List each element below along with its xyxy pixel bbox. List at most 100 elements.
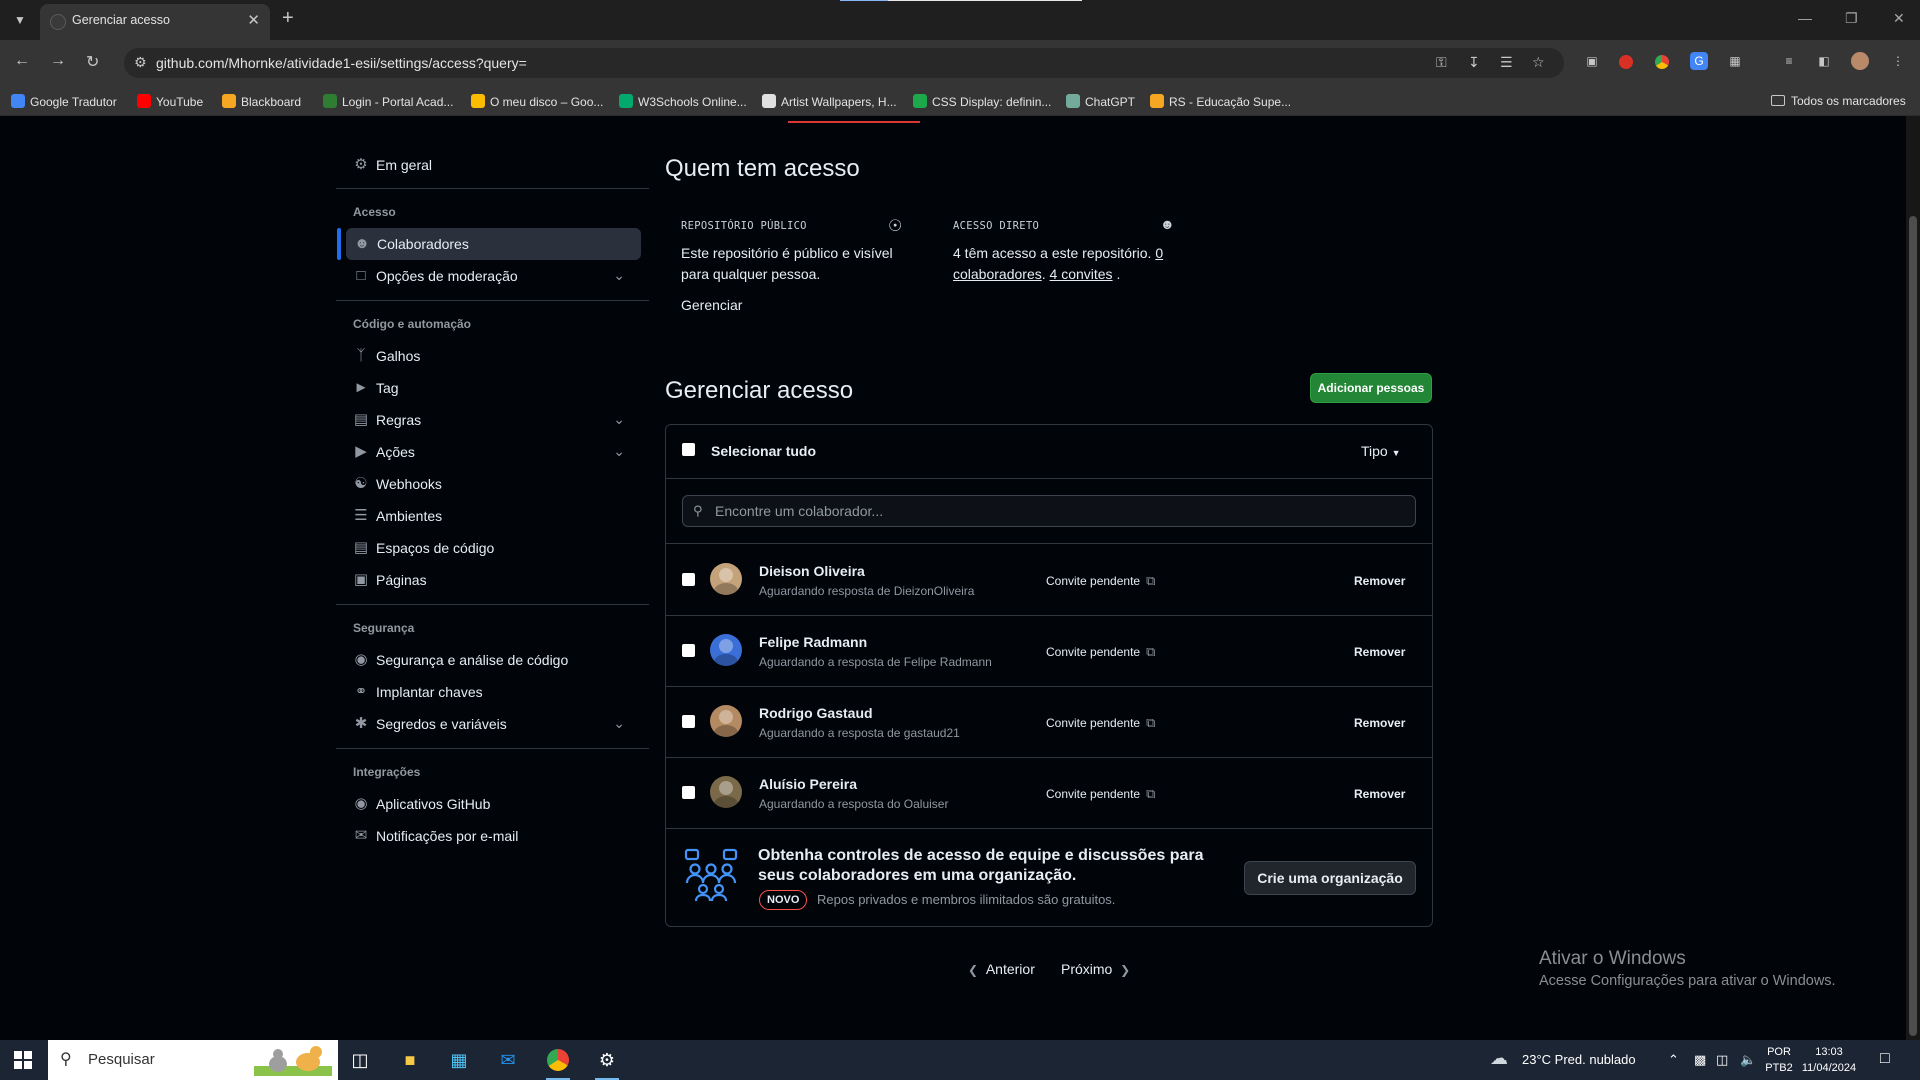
task-view-icon[interactable]: ◫ [348,1048,372,1072]
manage-visibility-link[interactable]: Gerenciar [681,295,742,316]
sidebar-item-general[interactable]: ⚙ Em geral [336,149,641,181]
invites-link[interactable]: 4 convites [1050,266,1113,282]
chevron-down-icon[interactable]: ⌄ [613,267,625,284]
sidebar-item[interactable]: ▶ Ações ⌄ [336,436,641,468]
volume-icon[interactable]: 🔈 [1740,1052,1756,1068]
sidebar-item[interactable]: ◉ Segurança e análise de código [336,644,641,676]
browser-menu-icon[interactable]: ⋮ [1889,52,1907,70]
url-text[interactable]: github.com/Mhornke/atividade1-esii/setti… [156,55,527,71]
row-checkbox[interactable] [682,786,695,799]
notifications-icon[interactable]: □ [1880,1050,1890,1068]
bookmark-star-icon[interactable]: ☆ [1532,54,1545,71]
tray-chevron-icon[interactable]: ⌃ [1668,1052,1679,1068]
adblock-extension-icon[interactable] [1619,55,1633,69]
translate-icon[interactable]: ☰ [1500,54,1513,71]
chevron-down-icon[interactable]: ⌄ [613,443,625,460]
bookmark-item[interactable]: Artist Wallpapers, H... [762,94,897,109]
pending-invite[interactable]: Convite pendente ⧉ [1046,715,1155,731]
sidebar-item[interactable]: ▣ Páginas [336,564,641,596]
close-tab-icon[interactable]: ✕ [247,11,260,29]
new-tab-button[interactable]: + [282,7,294,30]
forward-icon[interactable]: → [50,52,66,70]
create-organization-button[interactable]: Crie uma organização [1244,861,1416,895]
side-panel-icon[interactable]: ◧ [1815,52,1833,70]
remove-button[interactable]: Remover [1354,787,1405,801]
translate-extension-icon[interactable]: G [1690,52,1708,70]
settings-gear-icon[interactable]: ⚙ [595,1048,619,1080]
password-key-icon[interactable]: ⚿ [1436,54,1447,71]
add-people-button[interactable]: Adicionar pessoas [1310,373,1432,403]
row-checkbox[interactable] [682,715,695,728]
pending-invite[interactable]: Convite pendente ⧉ [1046,573,1155,589]
site-info-icon[interactable]: ⚙ [134,54,147,71]
collaborator-name[interactable]: Felipe Radmann [759,634,867,650]
bookmark-item[interactable]: Google Tradutor [11,94,117,109]
copy-icon[interactable]: ⧉ [1146,573,1155,589]
scrollbar-thumb[interactable] [1909,216,1917,1036]
all-bookmarks[interactable]: Todos os marcadores [1771,94,1906,108]
chevron-down-icon[interactable]: ⌄ [613,411,625,428]
sidebar-item[interactable]: ☻ Colaboradores [337,228,641,260]
profile-avatar[interactable] [1851,52,1869,70]
input-language[interactable]: POR PTB2 [1763,1044,1795,1076]
colorpicker-extension-icon[interactable] [1655,55,1669,69]
collaborator-name[interactable]: Dieison Oliveira [759,563,865,579]
sidebar-item[interactable]: ✱ Segredos e variáveis ⌄ [336,708,641,740]
close-window-icon[interactable]: ✕ [1893,10,1905,27]
sidebar-item[interactable]: □ Opções de moderação ⌄ [336,260,641,292]
file-explorer-icon[interactable]: ■ [398,1048,422,1072]
sidebar-item[interactable]: ☯ Webhooks [336,468,641,500]
image-extension-icon[interactable]: ▣ [1583,52,1601,70]
media-control-icon[interactable]: ≡ [1780,52,1798,70]
chrome-icon[interactable] [546,1048,570,1080]
mail-icon[interactable]: ✉ [496,1048,520,1072]
sidebar-item[interactable]: ► Tag [336,372,641,404]
bookmark-item[interactable]: CSS Display: definin... [913,94,1051,109]
taskbar-clock[interactable]: 13:03 11/04/2024 [1799,1044,1859,1076]
windows-start-icon[interactable] [14,1051,32,1069]
extensions-puzzle-icon[interactable]: ▦ [1726,52,1744,70]
tab-list-icon[interactable]: ▼ [8,8,32,32]
collaborator-name[interactable]: Aluísio Pereira [759,776,857,792]
meet-now-icon[interactable]: ▩ [1694,1052,1706,1068]
next-page-button[interactable]: Próximo ❯ [1061,961,1130,977]
sidebar-item[interactable]: ᛉ Galhos [336,340,641,372]
chevron-down-icon[interactable]: ⌄ [613,715,625,732]
row-checkbox[interactable] [682,573,695,586]
sidebar-item[interactable]: ☰ Ambientes [336,500,641,532]
network-icon[interactable]: ◫ [1716,1052,1728,1068]
previous-page-button[interactable]: ❮ Anterior [968,961,1035,977]
sidebar-item[interactable]: ✉ Notificações por e-mail [336,820,641,852]
pending-invite[interactable]: Convite pendente ⧉ [1046,786,1155,802]
copy-icon[interactable]: ⧉ [1146,644,1155,660]
taskbar-search-input[interactable]: ⚲ Pesquisar [48,1040,338,1080]
back-icon[interactable]: ← [14,52,30,70]
store-icon[interactable]: ▦ [447,1048,471,1072]
sidebar-item[interactable]: ▤ Espaços de código [336,532,641,564]
reload-icon[interactable]: ↻ [86,52,99,72]
remove-button[interactable]: Remover [1354,716,1405,730]
bookmark-item[interactable]: Login - Portal Acad... [323,94,453,109]
bookmark-item[interactable]: RS - Educação Supe... [1150,94,1291,109]
select-all-checkbox[interactable] [682,443,695,456]
row-checkbox[interactable] [682,644,695,657]
remove-button[interactable]: Remover [1354,645,1405,659]
minimize-icon[interactable]: — [1798,10,1812,26]
remove-button[interactable]: Remover [1354,574,1405,588]
collaborator-name[interactable]: Rodrigo Gastaud [759,705,873,721]
weather-text[interactable]: 23°C Pred. nublado [1522,1052,1636,1067]
bookmark-item[interactable]: W3Schools Online... [619,94,747,109]
sidebar-item[interactable]: ⚭ Implantar chaves [336,676,641,708]
sidebar-item[interactable]: ◉ Aplicativos GitHub [336,788,641,820]
copy-icon[interactable]: ⧉ [1146,715,1155,731]
bookmark-item[interactable]: O meu disco – Goo... [471,94,603,109]
bookmark-item[interactable]: Blackboard [222,94,301,109]
copy-icon[interactable]: ⧉ [1146,786,1155,802]
bookmark-item[interactable]: YouTube [137,94,203,109]
type-filter-dropdown[interactable]: Tipo ▼ [1361,443,1401,459]
bookmark-item[interactable]: ChatGPT [1066,94,1135,109]
pending-invite[interactable]: Convite pendente ⧉ [1046,644,1155,660]
restore-icon[interactable]: ❐ [1845,10,1858,27]
sidebar-item[interactable]: ▤ Regras ⌄ [336,404,641,436]
page-scrollbar[interactable] [1906,116,1920,1040]
